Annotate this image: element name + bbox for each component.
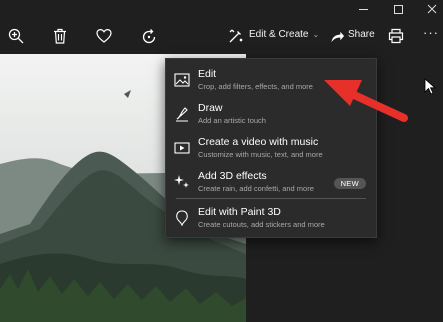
chevron-down-icon: ⌄ bbox=[312, 30, 320, 39]
edit-create-button-icon-wrap[interactable] bbox=[226, 26, 246, 46]
trash-icon bbox=[54, 28, 66, 44]
zoom-in-icon bbox=[8, 28, 24, 44]
share-icon bbox=[330, 31, 344, 42]
menu-item-title: Edit bbox=[198, 68, 217, 80]
share-label: Share bbox=[348, 29, 375, 40]
toolbar: Edit & Create ⌄ Share ··· bbox=[0, 18, 443, 54]
menu-item-subtitle: Create rain, add confetti, and more bbox=[198, 184, 314, 193]
maximize-icon bbox=[393, 4, 403, 14]
menu-separator bbox=[176, 198, 366, 199]
menu-item-title: Add 3D effects bbox=[198, 170, 267, 182]
print-button[interactable] bbox=[386, 26, 406, 46]
minimize-icon bbox=[358, 8, 368, 10]
menu-item-title: Create a video with music bbox=[198, 136, 319, 148]
more-options-button[interactable]: ··· bbox=[423, 25, 439, 40]
pen-icon bbox=[173, 105, 191, 123]
title-bar bbox=[0, 0, 443, 18]
close-icon bbox=[427, 4, 437, 14]
close-button[interactable] bbox=[415, 0, 443, 18]
menu-item-create-video[interactable]: Create a video with music Customize with… bbox=[166, 131, 376, 167]
menu-item-subtitle: Create cutouts, add stickers and more bbox=[198, 220, 325, 229]
video-icon bbox=[173, 139, 191, 157]
edit-create-menu: Edit Crop, add filters, effects, and mor… bbox=[165, 58, 377, 238]
share-button[interactable]: Share bbox=[348, 29, 375, 40]
zoom-button[interactable] bbox=[6, 26, 26, 46]
menu-item-add-3d-effects[interactable]: Add 3D effects Create rain, add confetti… bbox=[166, 165, 376, 201]
edit-create-label: Edit & Create bbox=[249, 29, 309, 40]
menu-item-draw[interactable]: Draw Add an artistic touch bbox=[166, 97, 376, 133]
menu-item-paint-3d[interactable]: Edit with Paint 3D Create cutouts, add s… bbox=[166, 201, 376, 237]
mouse-cursor-icon bbox=[424, 78, 436, 95]
maximize-button[interactable] bbox=[381, 0, 415, 18]
minimize-button[interactable] bbox=[346, 0, 380, 18]
heart-icon bbox=[96, 28, 112, 43]
sparkle-icon bbox=[173, 173, 191, 191]
photo-edit-icon bbox=[173, 71, 191, 89]
share-button-icon-wrap[interactable] bbox=[327, 26, 347, 46]
menu-item-subtitle: Crop, add filters, effects, and more bbox=[198, 82, 313, 91]
more-icon: ··· bbox=[423, 25, 439, 40]
delete-button[interactable] bbox=[50, 26, 70, 46]
rotate-icon bbox=[142, 29, 156, 44]
printer-icon bbox=[388, 28, 404, 44]
menu-item-edit[interactable]: Edit Crop, add filters, effects, and mor… bbox=[166, 63, 376, 99]
menu-item-title: Draw bbox=[198, 102, 223, 114]
edit-create-button[interactable]: Edit & Create ⌄ bbox=[249, 29, 319, 40]
rotate-button[interactable] bbox=[139, 26, 159, 46]
menu-item-subtitle: Add an artistic touch bbox=[198, 116, 266, 125]
paint3d-icon bbox=[173, 209, 191, 227]
menu-item-title: Edit with Paint 3D bbox=[198, 206, 281, 218]
edit-create-icon bbox=[229, 29, 243, 43]
favorite-button[interactable] bbox=[94, 26, 114, 46]
menu-item-subtitle: Customize with music, text, and more bbox=[198, 150, 323, 159]
new-badge: NEW bbox=[333, 178, 366, 189]
